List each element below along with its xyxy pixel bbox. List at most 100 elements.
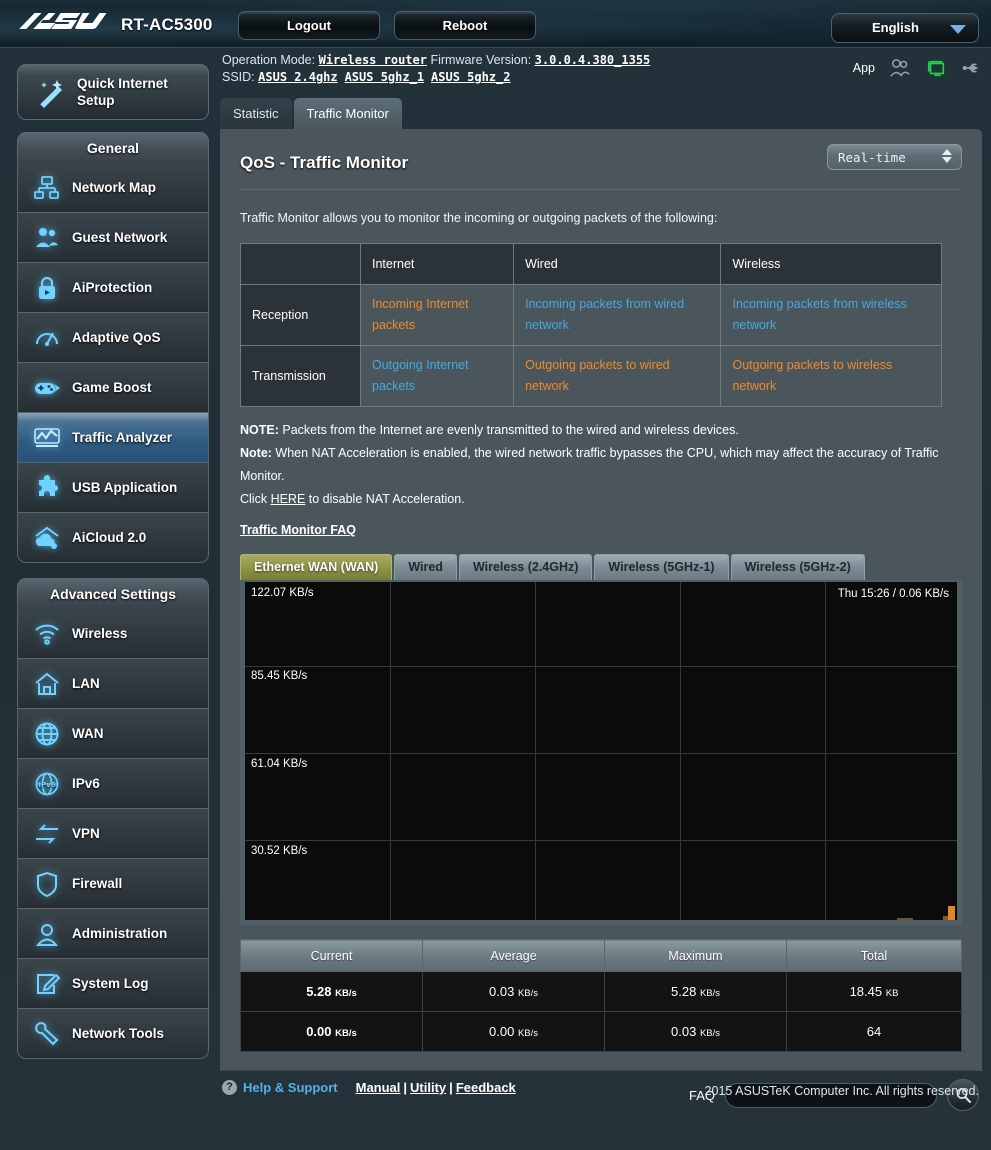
- sidebar-item-vpn[interactable]: VPN: [17, 809, 209, 859]
- nat-acceleration-link[interactable]: HERE: [271, 492, 306, 506]
- language-select[interactable]: English: [831, 13, 979, 43]
- sidebar-group-title-advanced: Advanced Settings: [17, 578, 209, 609]
- stats-col-maximum: Maximum: [605, 940, 787, 972]
- chart-tab-wireless-24[interactable]: Wireless (2.4GHz): [459, 554, 592, 580]
- value: 0.03: [671, 1024, 696, 1039]
- sidebar-item-ipv6[interactable]: IPv6 IPv6: [17, 759, 209, 809]
- sidebar-item-aicloud[interactable]: AiCloud 2.0: [17, 513, 209, 563]
- chart-tab-ethernet-wan[interactable]: Ethernet WAN (WAN): [240, 554, 392, 580]
- operation-mode-label: Operation Mode:: [222, 53, 315, 67]
- value: 0.00: [489, 1024, 514, 1039]
- reboot-button[interactable]: Reboot: [394, 11, 536, 40]
- sidebar-label: AiProtection: [72, 280, 152, 295]
- sidebar-item-network-map[interactable]: Network Map: [17, 163, 209, 213]
- monitor-icon[interactable]: [925, 58, 947, 78]
- value: 18.45: [850, 984, 883, 999]
- sidebar-label: IPv6: [72, 776, 100, 791]
- note-line-3: Click HERE to disable NAT Acceleration.: [240, 488, 962, 511]
- utility-link[interactable]: Utility: [410, 1080, 446, 1095]
- stats-col-average: Average: [423, 940, 605, 972]
- note-line-1: NOTE: Packets from the Internet are even…: [240, 419, 962, 442]
- chart-series-reception-bar: [948, 906, 955, 920]
- sidebar-item-game-boost[interactable]: Game Boost: [17, 363, 209, 413]
- users-icon[interactable]: [889, 58, 911, 78]
- chart-tab-wireless-5g1[interactable]: Wireless (5GHz-1): [594, 554, 728, 580]
- tab-statistic[interactable]: Statistic: [220, 98, 292, 129]
- matrix-cell-reception-internet: Incoming Internet packets: [361, 285, 514, 346]
- feedback-link[interactable]: Feedback: [456, 1080, 516, 1095]
- usb-icon[interactable]: [961, 58, 983, 78]
- footer-divider: [222, 1070, 979, 1071]
- ssid-3[interactable]: ASUS 5ghz_2: [431, 70, 510, 84]
- help-label: Help & Support: [243, 1080, 338, 1095]
- sidebar-item-adaptive-qos[interactable]: Adaptive QoS: [17, 313, 209, 363]
- sidebar-item-usb-application[interactable]: USB Application: [17, 463, 209, 513]
- tab-traffic-monitor[interactable]: Traffic Monitor: [294, 98, 402, 129]
- unit: KB/s: [700, 988, 720, 999]
- value: 64: [867, 1024, 881, 1039]
- table-header-row: Current Average Maximum Total: [241, 940, 962, 972]
- language-value: English: [872, 20, 919, 35]
- puzzle-icon: [32, 473, 62, 503]
- sidebar-item-firewall[interactable]: Firewall: [17, 859, 209, 909]
- sidebar-item-lan[interactable]: LAN: [17, 659, 209, 709]
- time-range-select[interactable]: Real-time: [827, 144, 962, 170]
- traffic-matrix-table: Internet Wired Wireless Reception Incomi…: [240, 243, 942, 407]
- pencil-note-icon: [32, 969, 62, 999]
- sidebar-label: VPN: [72, 826, 100, 841]
- matrix-cell-reception-wired: Incoming packets from wired network: [514, 285, 721, 346]
- sidebar-label: USB Application: [72, 480, 177, 495]
- top-banner: RT-AC5300 Logout Reboot English: [0, 0, 991, 48]
- stats-transmission-maximum: 0.03 KB/s: [605, 1012, 787, 1052]
- gauge-icon: [32, 323, 62, 353]
- chart-tab-wireless-5g2[interactable]: Wireless (5GHz-2): [731, 554, 865, 580]
- sidebar-item-guest-network[interactable]: Guest Network: [17, 213, 209, 263]
- sidebar-label: Game Boost: [72, 380, 152, 395]
- sidebar-label: Adaptive QoS: [72, 330, 161, 345]
- quick-internet-setup-button[interactable]: Quick Internet Setup: [17, 64, 209, 120]
- chart-timestamp-annotation: Thu 15:26 / 0.06 KB/s: [838, 588, 949, 600]
- logout-button[interactable]: Logout: [238, 11, 380, 40]
- intro-text: Traffic Monitor allows you to monitor th…: [240, 211, 962, 225]
- traffic-chart[interactable]: 122.07 KB/s 85.45 KB/s 61.04 KB/s 30.52 …: [240, 580, 962, 925]
- note-3-prefix: Click: [240, 492, 271, 506]
- traffic-monitor-faq-link[interactable]: Traffic Monitor FAQ: [240, 523, 356, 537]
- help-and-support-link[interactable]: ? Help & Support: [222, 1080, 338, 1095]
- sidebar-item-system-log[interactable]: System Log: [17, 959, 209, 1009]
- matrix-col-wireless: Wireless: [721, 244, 942, 285]
- manual-link[interactable]: Manual: [356, 1080, 401, 1095]
- operation-mode-value[interactable]: Wireless router: [319, 53, 427, 67]
- ssid-label: SSID:: [222, 70, 255, 84]
- stepper-arrows-icon: [942, 149, 952, 163]
- sidebar-item-aiprotection[interactable]: AiProtection: [17, 263, 209, 313]
- chart-tab-wired[interactable]: Wired: [394, 554, 457, 580]
- stats-transmission-total: 64: [787, 1012, 962, 1052]
- wrench-icon: [32, 1019, 62, 1049]
- sidebar-label: Guest Network: [72, 230, 167, 245]
- y-tick-label: 30.52 KB/s: [251, 845, 307, 857]
- ssid-2[interactable]: ASUS 5ghz_1: [345, 70, 424, 84]
- matrix-row-reception: Reception: [241, 285, 361, 346]
- gamepad-icon: [32, 373, 62, 403]
- sidebar-label: Firewall: [72, 876, 122, 891]
- sidebar-item-administration[interactable]: Administration: [17, 909, 209, 959]
- sidebar-label: AiCloud 2.0: [72, 530, 146, 545]
- sidebar-item-wan[interactable]: WAN: [17, 709, 209, 759]
- ssid-1[interactable]: ASUS 2.4ghz: [258, 70, 337, 84]
- grid-line-h: [245, 666, 957, 667]
- sidebar-item-traffic-analyzer[interactable]: Traffic Analyzer: [17, 413, 209, 463]
- unit: KB: [886, 988, 899, 999]
- footer-link-group: Manual|Utility|Feedback: [356, 1080, 516, 1095]
- note-1-text: Packets from the Internet are evenly tra…: [279, 423, 739, 437]
- guest-network-icon: [32, 223, 62, 253]
- sidebar-group-general: General Network Map Guest Network: [17, 132, 209, 563]
- sidebar-item-network-tools[interactable]: Network Tools: [17, 1009, 209, 1059]
- firmware-value[interactable]: 3.0.0.4.380_1355: [535, 53, 651, 67]
- y-tick-label: 85.45 KB/s: [251, 670, 307, 682]
- sidebar-item-wireless[interactable]: Wireless: [17, 609, 209, 659]
- app-label[interactable]: App: [853, 61, 875, 75]
- matrix-cell-transmission-wired: Outgoing packets to wired network: [514, 346, 721, 407]
- stats-transmission-current: 0.00 KB/s: [241, 1012, 423, 1052]
- stats-reception-average: 0.03 KB/s: [423, 972, 605, 1012]
- matrix-cell-transmission-wireless: Outgoing packets to wireless network: [721, 346, 942, 407]
